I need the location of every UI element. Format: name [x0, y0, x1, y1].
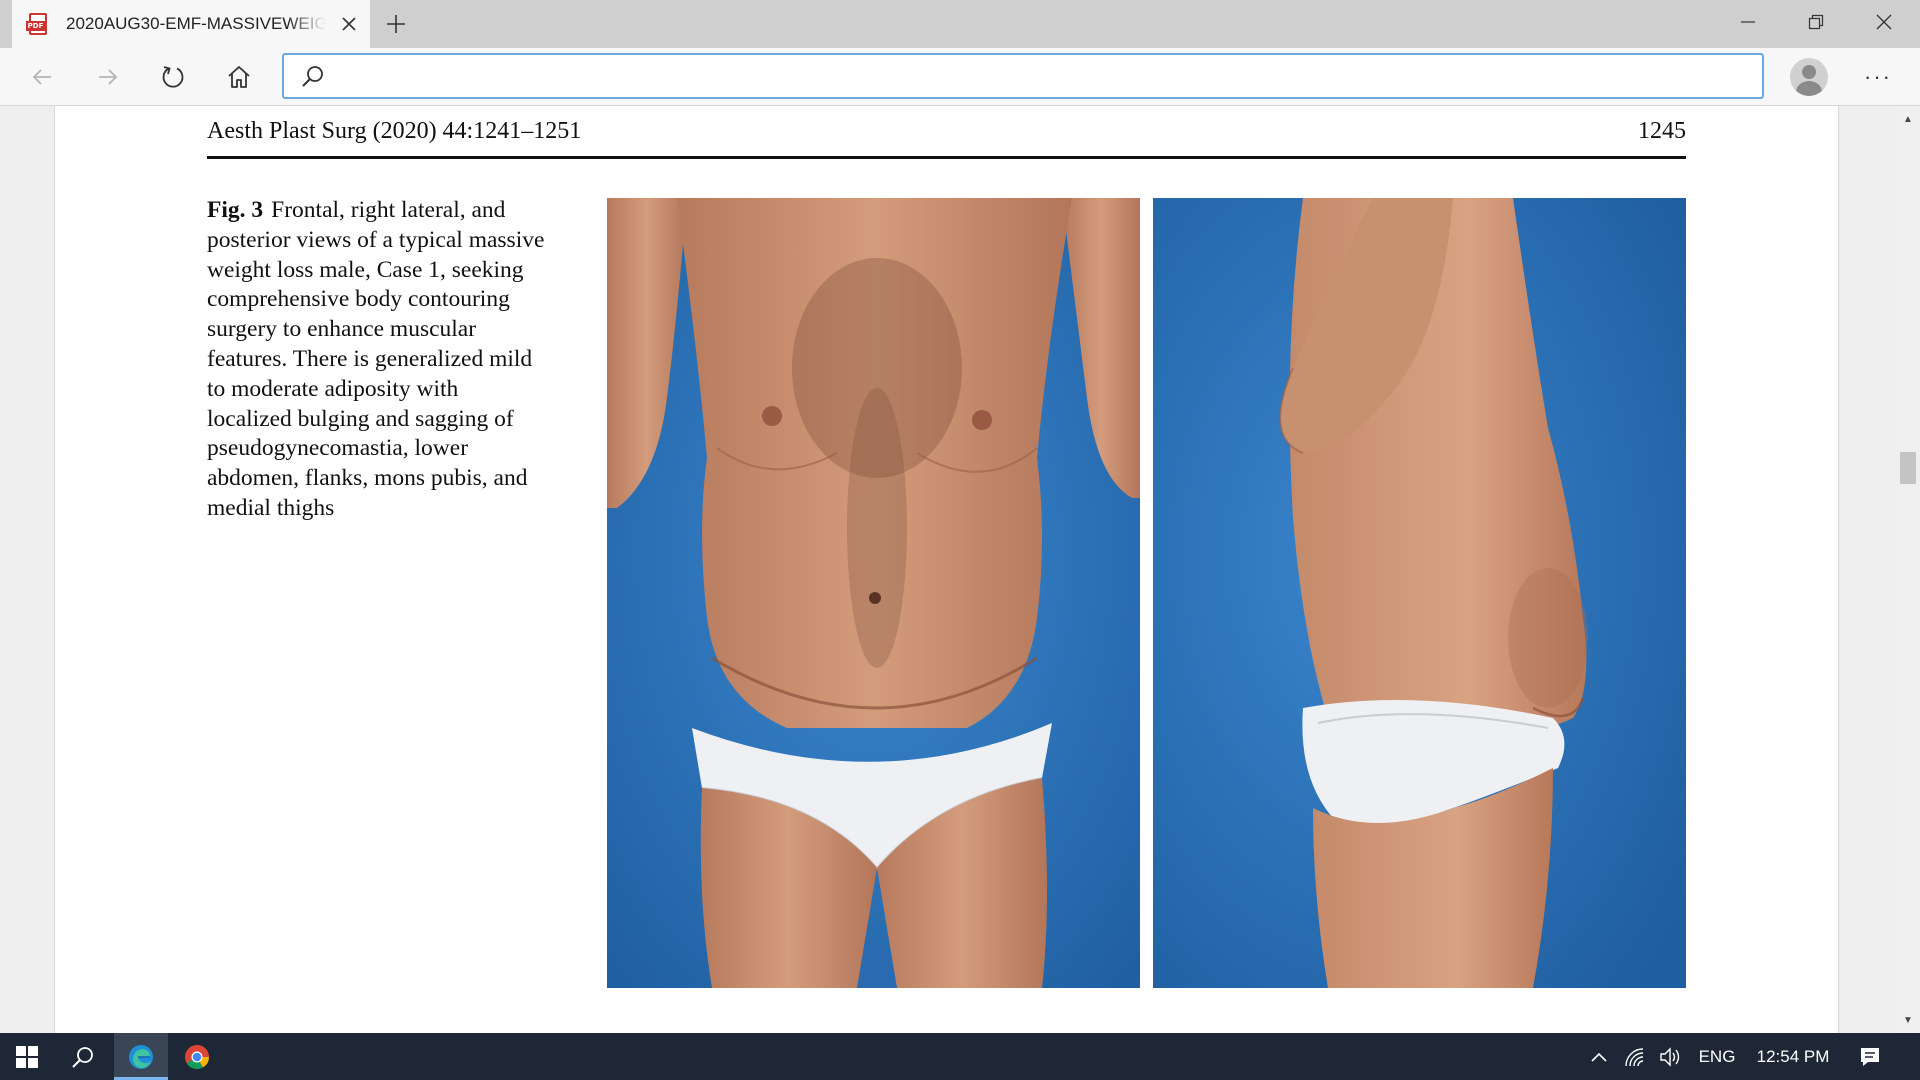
profile-avatar[interactable] — [1790, 58, 1828, 96]
frontal-view-photo — [607, 198, 1140, 988]
show-hidden-icons-icon[interactable] — [1584, 1033, 1614, 1080]
tab-close-icon[interactable] — [336, 11, 362, 37]
scroll-thumb[interactable] — [1900, 452, 1916, 484]
restore-icon[interactable] — [1782, 0, 1850, 44]
header-rule — [207, 156, 1686, 159]
home-icon[interactable] — [221, 59, 257, 95]
network-icon[interactable] — [1618, 1033, 1652, 1080]
language-indicator[interactable]: ENG — [1692, 1033, 1742, 1080]
vertical-scrollbar[interactable]: ▲ ▼ — [1896, 106, 1920, 1033]
figure-caption: Fig. 3 Frontal, right lateral, and poster… — [207, 196, 547, 524]
address-bar[interactable] — [282, 53, 1764, 99]
more-options-button[interactable]: ··· — [1858, 62, 1898, 92]
journal-citation: Aesth Plast Surg (2020) 44:1241–1251 — [207, 118, 582, 144]
close-icon[interactable] — [1850, 0, 1918, 44]
back-arrow-icon[interactable] — [24, 59, 60, 95]
tab-title: 2020AUG30-EMF-MASSIVEWEIGHT — [66, 14, 326, 33]
figure-label: Fig. 3 — [207, 197, 264, 223]
browser-tab[interactable]: PDF 2020AUG30-EMF-MASSIVEWEIGHT — [12, 0, 370, 48]
windows-taskbar: ENG 12:54 PM — [0, 1033, 1920, 1080]
new-tab-button[interactable] — [380, 8, 412, 40]
right-lateral-view-photo — [1153, 198, 1686, 988]
scroll-down-arrow-icon[interactable]: ▼ — [1896, 1009, 1920, 1031]
edge-browser-icon[interactable] — [114, 1033, 168, 1080]
chrome-browser-icon[interactable] — [170, 1033, 224, 1080]
page-number: 1245 — [1638, 118, 1686, 144]
notifications-icon[interactable] — [1848, 1033, 1892, 1080]
address-input[interactable] — [340, 61, 1740, 91]
pdf-viewer: Aesth Plast Surg (2020) 44:1241–1251 124… — [0, 106, 1920, 1033]
caption-text: Frontal, right lateral, and posterior vi… — [207, 197, 545, 521]
scroll-up-arrow-icon[interactable]: ▲ — [1896, 108, 1920, 130]
search-icon[interactable] — [56, 1033, 110, 1080]
minimize-icon[interactable] — [1714, 0, 1782, 44]
system-clock[interactable]: 12:54 PM — [1748, 1033, 1838, 1080]
forward-arrow-icon[interactable] — [90, 59, 126, 95]
browser-toolbar: ··· — [0, 48, 1920, 106]
pdf-icon: PDF — [26, 12, 50, 36]
tab-bar: PDF 2020AUG30-EMF-MASSIVEWEIGHT — [0, 0, 1920, 48]
pdf-page: Aesth Plast Surg (2020) 44:1241–1251 124… — [54, 106, 1839, 1033]
volume-icon[interactable] — [1654, 1033, 1688, 1080]
refresh-icon[interactable] — [155, 59, 191, 95]
running-head: Aesth Plast Surg (2020) 44:1241–1251 124… — [207, 118, 1686, 148]
windows-start-icon[interactable] — [0, 1033, 54, 1080]
search-icon — [300, 64, 326, 90]
